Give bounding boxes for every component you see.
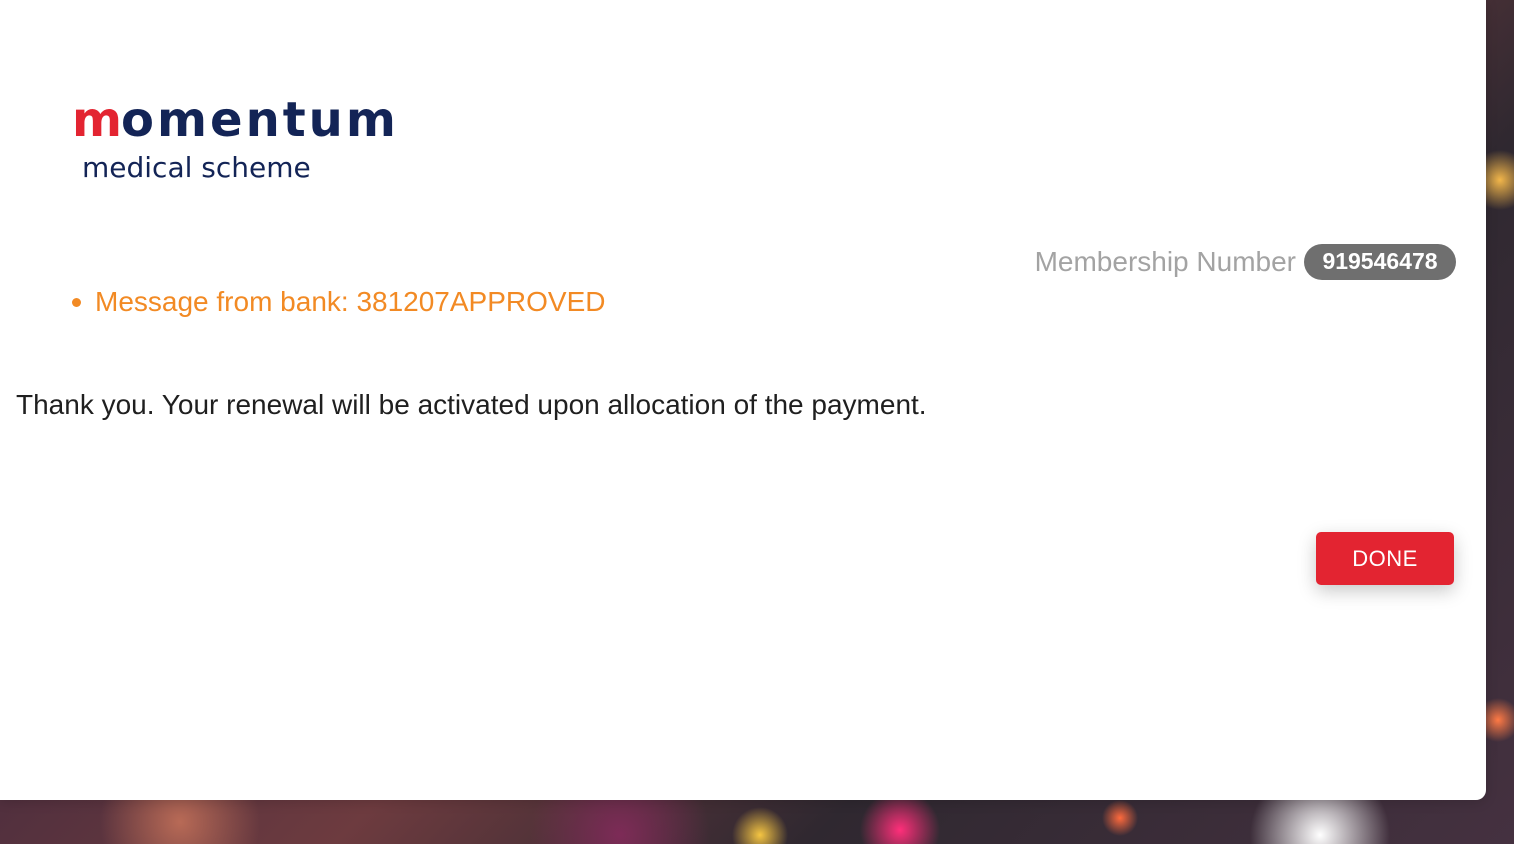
membership-label: Membership Number	[1034, 246, 1296, 277]
logo-brand-text: omentum	[121, 92, 399, 148]
membership-number-badge: 919546478	[1304, 244, 1456, 280]
bank-message-list: Message from bank: 381207APPROVED	[72, 286, 605, 318]
bank-message-text: Message from bank: 381207APPROVED	[95, 286, 606, 317]
done-button[interactable]: DONE	[1316, 532, 1454, 585]
bullet-dot-icon	[72, 297, 81, 307]
bank-message-item: Message from bank: 381207APPROVED	[72, 286, 605, 318]
momentum-logo: m omentum medical scheme	[72, 94, 412, 194]
membership-info: Membership Number 919546478	[1035, 244, 1456, 280]
logo-subtitle: medical scheme	[82, 151, 311, 184]
payment-result-modal: m omentum medical scheme Membership Numbe…	[0, 0, 1486, 800]
logo-m-mark: m	[72, 92, 122, 148]
logo-wordmark: m omentum	[72, 94, 412, 144]
confirmation-message: Thank you. Your renewal will be activate…	[16, 389, 927, 420]
